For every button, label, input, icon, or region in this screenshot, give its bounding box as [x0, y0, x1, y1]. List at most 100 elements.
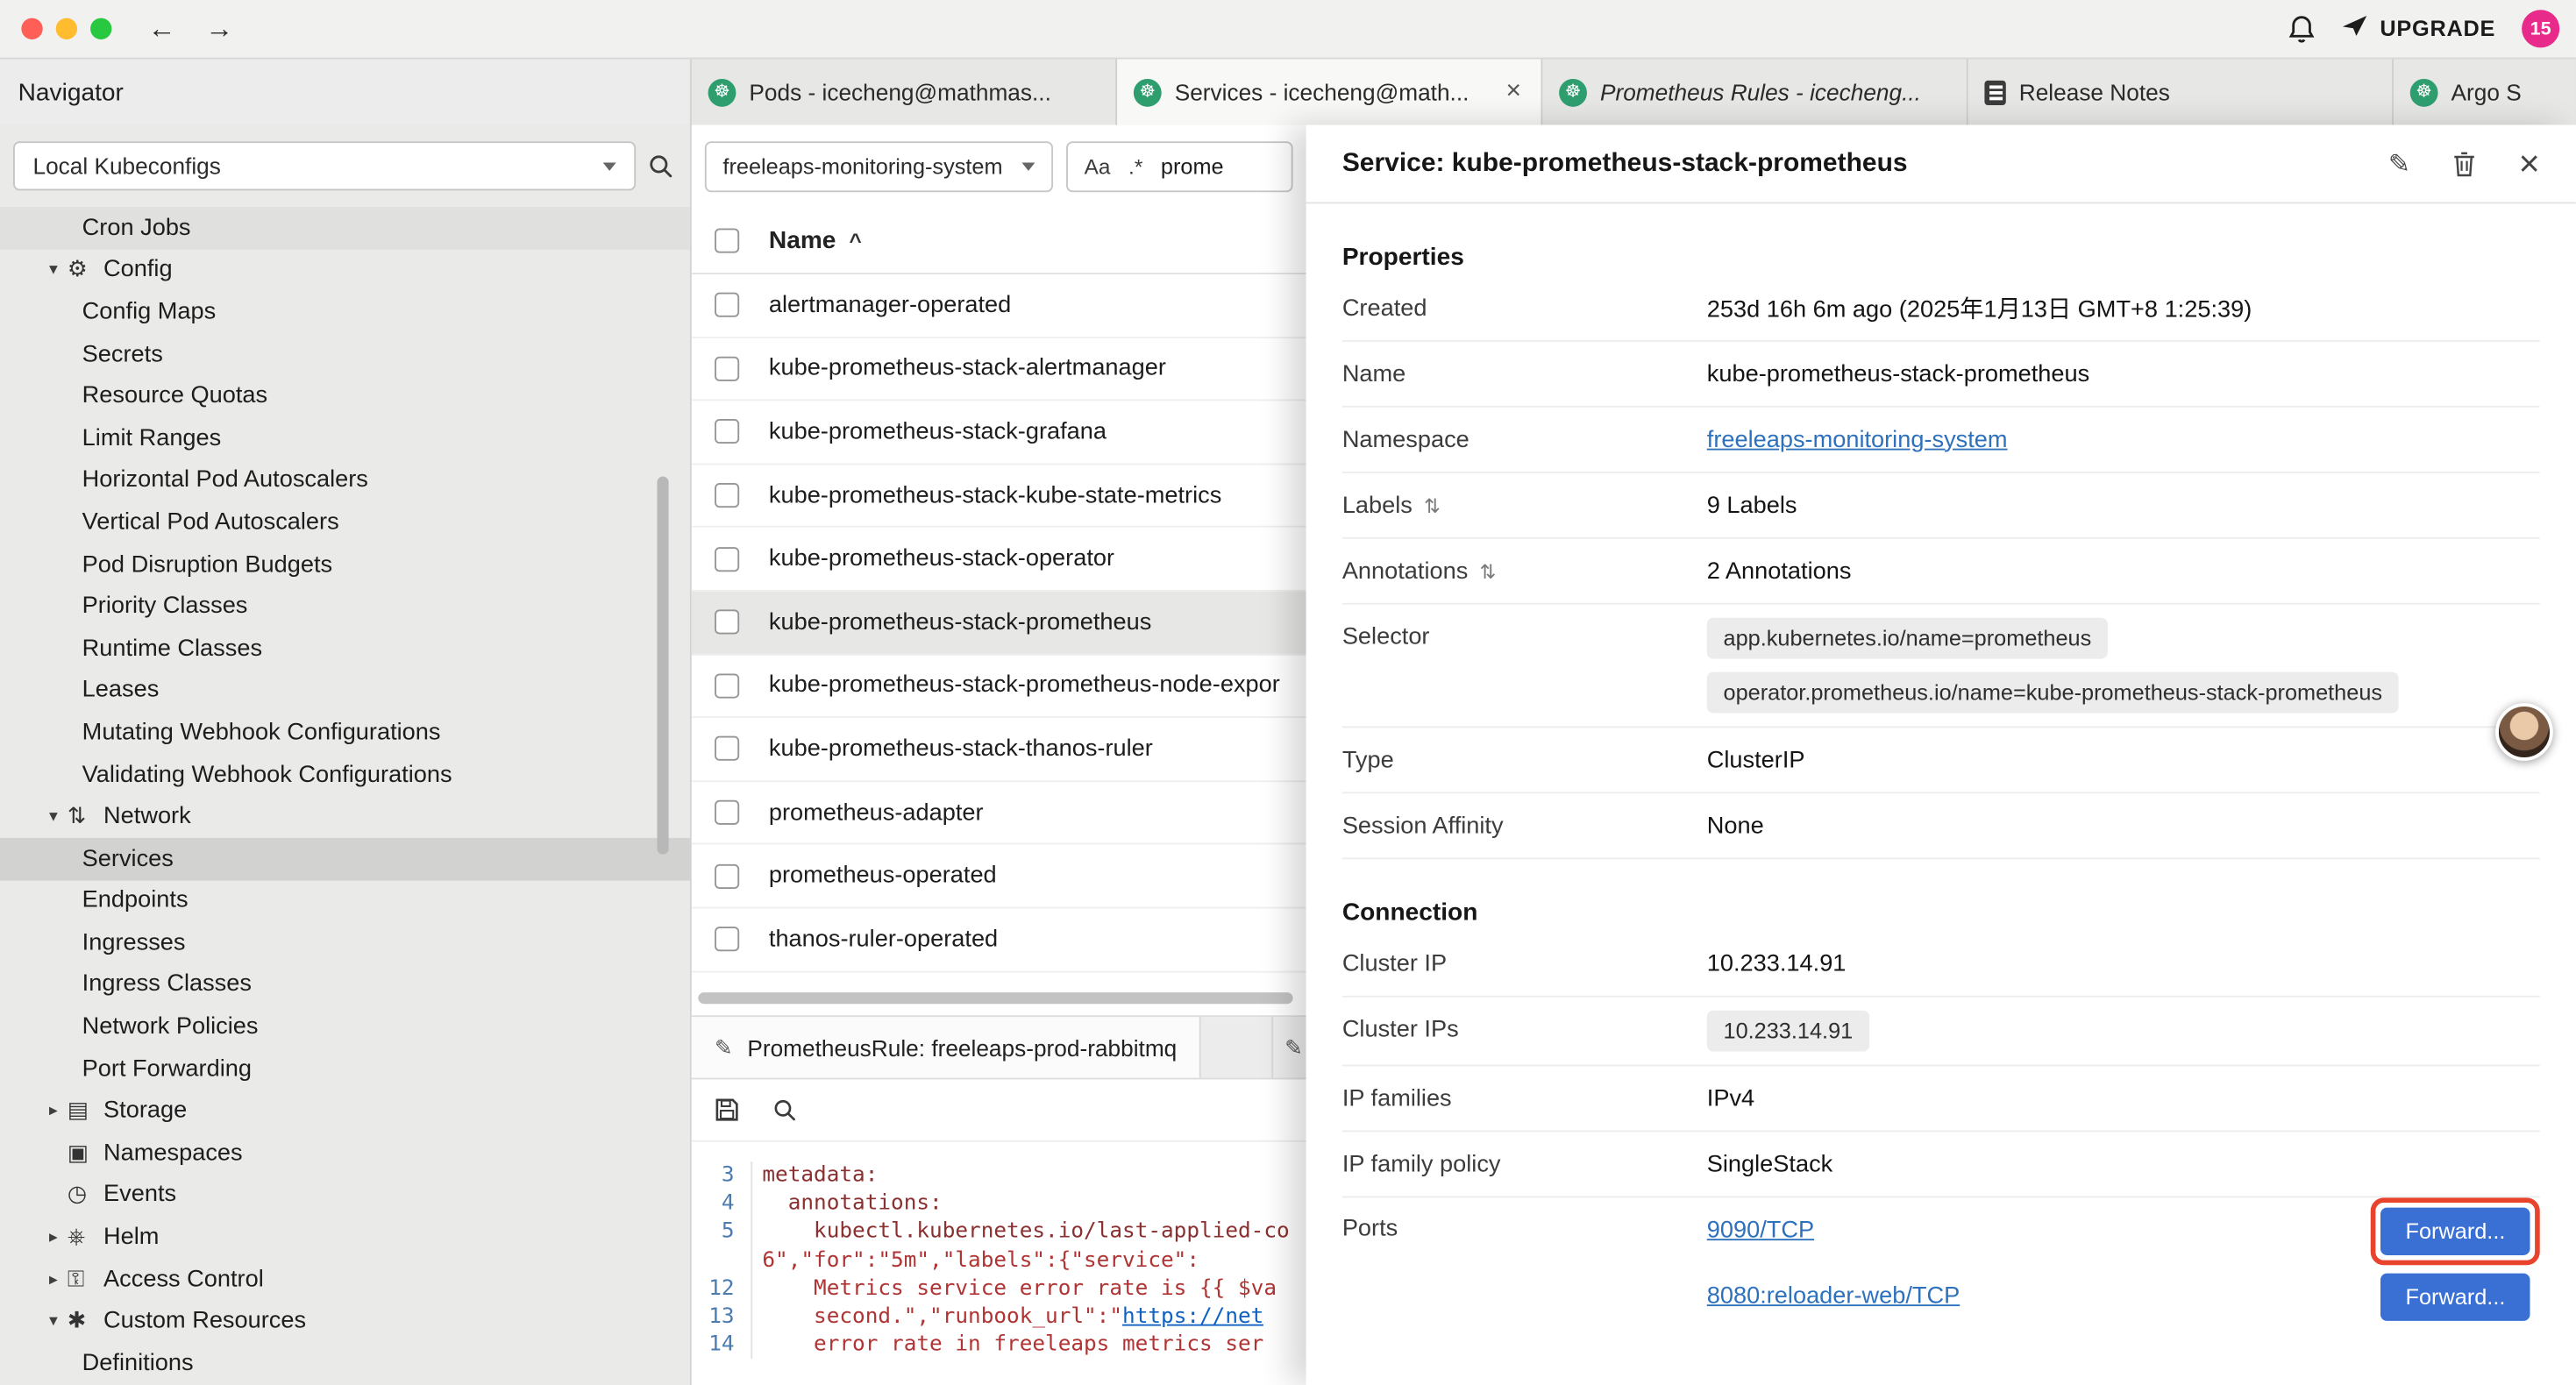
notification-count-badge[interactable]: 15: [2522, 10, 2559, 47]
sort-toggle-icon[interactable]: ⇅: [1424, 494, 1441, 516]
editor-tab[interactable]: ☸ Prometheus Rules - icecheng...: [1542, 59, 1968, 124]
forward-button[interactable]: Forward...: [2380, 1207, 2530, 1254]
row-checkbox[interactable]: [715, 547, 739, 572]
table-row[interactable]: alertmanager-operated: [692, 274, 1306, 337]
tree-chevron-icon[interactable]: ▾: [39, 260, 68, 280]
kubeconfig-selector[interactable]: Local Kubeconfigs: [13, 141, 636, 190]
sidebar-item[interactable]: Validating Webhook Configurations: [0, 754, 690, 796]
editor-tab[interactable]: Release Notes: [1968, 59, 2394, 124]
code-line: 5 kubectl.kubernetes.io/last-applied-co: [692, 1218, 1306, 1246]
match-case-toggle[interactable]: Aa: [1085, 153, 1111, 178]
row-checkbox[interactable]: [715, 927, 739, 952]
sidebar-item[interactable]: Pod Disruption Budgets: [0, 543, 690, 586]
namespace-link[interactable]: freeleaps-monitoring-system: [1707, 426, 2008, 452]
port-link[interactable]: 9090/TCP: [1707, 1218, 1814, 1244]
namespace-filter-dropdown[interactable]: freeleaps-monitoring-system: [705, 140, 1053, 191]
sidebar-item[interactable]: ▸ ⚿ Access Control: [0, 1258, 690, 1300]
regex-toggle[interactable]: .*: [1128, 153, 1142, 178]
sidebar-item[interactable]: Services: [0, 838, 690, 880]
sidebar-item[interactable]: Cron Jobs: [0, 207, 690, 249]
table-row[interactable]: kube-prometheus-stack-thanos-ruler: [692, 718, 1306, 781]
editor-tab[interactable]: ☸ Pods - icecheng@mathmas...: [692, 59, 1117, 124]
row-checkbox[interactable]: [715, 420, 739, 444]
name-column-header[interactable]: Name ^: [769, 226, 862, 254]
sidebar-item[interactable]: Mutating Webhook Configurations: [0, 712, 690, 754]
row-checkbox[interactable]: [715, 293, 739, 317]
sidebar-item[interactable]: Limit Ranges: [0, 417, 690, 459]
dock-tab-partial[interactable]: ✎: [1271, 1017, 1306, 1077]
sidebar-item[interactable]: ◷ Events: [0, 1174, 690, 1216]
sidebar-item[interactable]: Definitions: [0, 1342, 690, 1384]
editor-tab[interactable]: ☸ Services - icecheng@math... ×: [1117, 59, 1542, 124]
table-row[interactable]: kube-prometheus-stack-kube-state-metrics: [692, 465, 1306, 528]
row-checkbox[interactable]: [715, 737, 739, 762]
sidebar-item[interactable]: ▸ ⎈ Helm: [0, 1216, 690, 1258]
upgrade-button[interactable]: UPGRADE: [2340, 12, 2495, 45]
save-icon[interactable]: [715, 1097, 739, 1122]
sort-toggle-icon[interactable]: ⇅: [1479, 559, 1496, 582]
maximize-window-button[interactable]: [90, 18, 111, 39]
sidebar-item[interactable]: Resource Quotas: [0, 375, 690, 417]
table-row[interactable]: thanos-ruler-operated: [692, 908, 1306, 971]
table-row[interactable]: kube-prometheus-stack-prometheus: [692, 592, 1306, 655]
row-checkbox[interactable]: [715, 800, 739, 825]
sidebar-item[interactable]: Horizontal Pod Autoscalers: [0, 459, 690, 501]
row-checkbox[interactable]: [715, 610, 739, 635]
editor-search-icon[interactable]: [772, 1097, 797, 1122]
sidebar-item[interactable]: Leases: [0, 670, 690, 712]
sidebar-item[interactable]: ▾ ✱ Custom Resources: [0, 1300, 690, 1342]
select-all-checkbox[interactable]: [715, 228, 739, 252]
avatar[interactable]: [2495, 703, 2553, 761]
back-button[interactable]: ←: [148, 12, 176, 45]
sidebar-item[interactable]: Priority Classes: [0, 586, 690, 628]
tree-chevron-icon[interactable]: ▸: [39, 1227, 68, 1246]
table-row[interactable]: kube-prometheus-stack-prometheus-node-ex…: [692, 655, 1306, 718]
table-row[interactable]: kube-prometheus-stack-operator: [692, 528, 1306, 591]
close-drawer-button[interactable]: ×: [2519, 146, 2540, 181]
table-row[interactable]: prometheus-operated: [692, 845, 1306, 908]
config-icon: ⚙: [68, 257, 103, 283]
port-link[interactable]: 8080:reloader-web/TCP: [1707, 1283, 1960, 1310]
editor-tab[interactable]: ☸ Argo S: [2394, 59, 2576, 124]
yaml-editor[interactable]: 3metadata:4 annotations:5 kubectl.kubern…: [692, 1142, 1306, 1360]
sidebar-scrollbar[interactable]: [657, 477, 668, 855]
sidebar-item[interactable]: Endpoints: [0, 880, 690, 922]
notifications-bell-icon[interactable]: [2288, 14, 2314, 44]
sidebar-item[interactable]: Ingress Classes: [0, 964, 690, 1006]
minimize-window-button[interactable]: [56, 18, 77, 39]
sidebar-item[interactable]: Runtime Classes: [0, 628, 690, 670]
sidebar-item[interactable]: Secrets: [0, 333, 690, 375]
edit-service-button[interactable]: ✎: [2388, 147, 2410, 180]
tree-chevron-icon[interactable]: ▾: [39, 1311, 68, 1331]
table-row[interactable]: prometheus-adapter: [692, 782, 1306, 845]
detail-row-type: TypeClusterIP: [1342, 728, 2540, 793]
table-row[interactable]: kube-prometheus-stack-grafana: [692, 401, 1306, 465]
detail-label-text: Namespace: [1342, 426, 1469, 452]
forward-button[interactable]: Forward...: [2380, 1273, 2530, 1320]
sidebar-item[interactable]: ▣ Namespaces: [0, 1133, 690, 1175]
row-checkbox[interactable]: [715, 483, 739, 508]
sidebar-search-icon[interactable]: [647, 153, 673, 179]
dock-tab-prometheusrule[interactable]: ✎ PrometheusRule: freeleaps-prod-rabbitm…: [692, 1017, 1202, 1077]
table-horizontal-scrollbar[interactable]: [698, 992, 1292, 1004]
tree-chevron-icon[interactable]: ▾: [39, 806, 68, 826]
sidebar-item[interactable]: ▾ ⚙ Config: [0, 249, 690, 291]
row-checkbox[interactable]: [715, 357, 739, 381]
sidebar-item[interactable]: Vertical Pod Autoscalers: [0, 501, 690, 543]
forward-button[interactable]: →: [205, 12, 233, 45]
close-tab-icon[interactable]: ×: [1503, 77, 1525, 107]
row-checkbox[interactable]: [715, 673, 739, 698]
tree-chevron-icon[interactable]: ▸: [39, 1101, 68, 1120]
sidebar-item[interactable]: Config Maps: [0, 291, 690, 333]
search-input[interactable]: Aa .* prome: [1066, 140, 1293, 191]
table-row[interactable]: kube-prometheus-stack-alertmanager: [692, 337, 1306, 401]
sidebar-item[interactable]: ▾ ⇅ Network: [0, 796, 690, 838]
close-window-button[interactable]: [21, 18, 42, 39]
sidebar-item[interactable]: Ingresses: [0, 922, 690, 964]
row-checkbox[interactable]: [715, 863, 739, 888]
tree-chevron-icon[interactable]: ▸: [39, 1269, 68, 1289]
sidebar-item[interactable]: Network Policies: [0, 1006, 690, 1048]
sidebar-item[interactable]: Port Forwarding: [0, 1048, 690, 1090]
sidebar-item[interactable]: ▸ ▤ Storage: [0, 1090, 690, 1133]
delete-service-button[interactable]: [2453, 150, 2476, 176]
